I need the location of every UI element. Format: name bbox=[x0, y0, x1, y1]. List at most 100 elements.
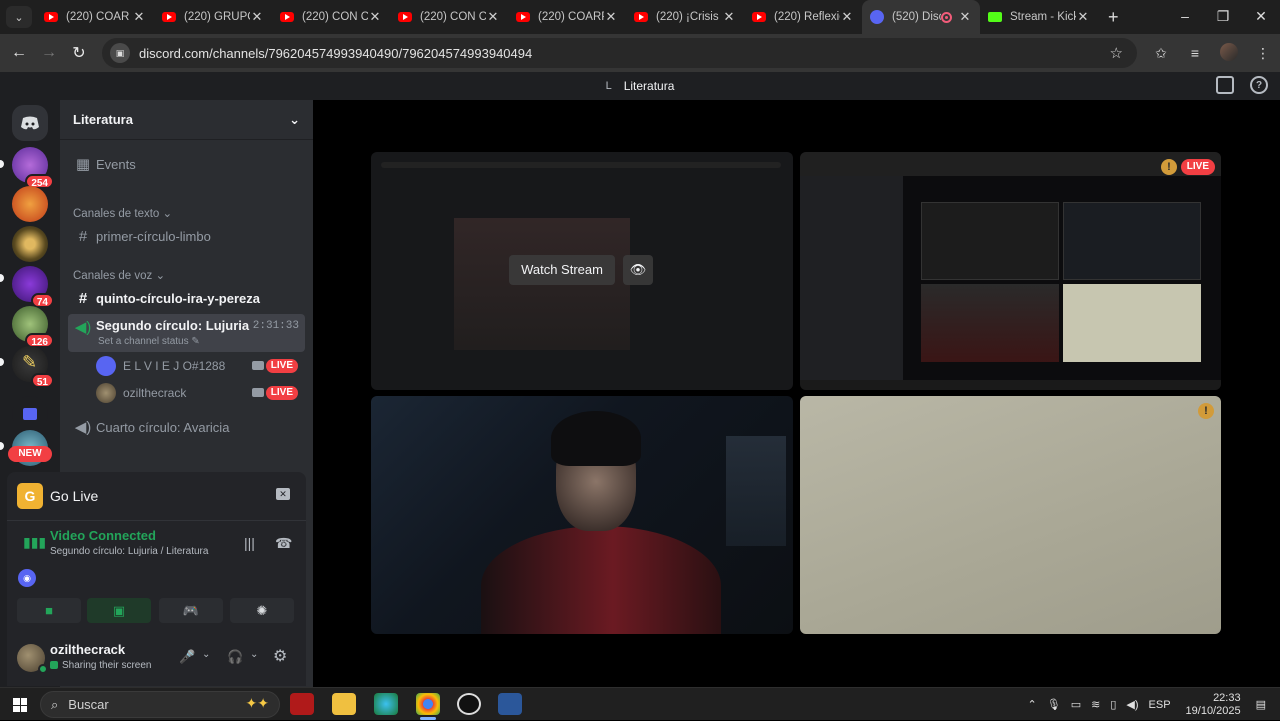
signal-icon[interactable]: ▮▮▮ bbox=[23, 534, 46, 551]
tab-search-button[interactable]: ⌄ bbox=[6, 6, 32, 28]
category-voice[interactable]: Canales de voz ⌄ bbox=[73, 268, 165, 282]
voice-channel-active[interactable]: ◀) Segundo círculo: Lujuria 2:31:33 Set … bbox=[68, 314, 305, 352]
close-tab-icon[interactable]: ✕ bbox=[958, 9, 972, 25]
close-tab-icon[interactable]: ✕ bbox=[486, 9, 500, 25]
close-tab-icon[interactable]: ✕ bbox=[1076, 9, 1090, 25]
browser-tab[interactable]: (220) ¡Crisis e ✕ bbox=[626, 0, 744, 34]
close-tab-icon[interactable]: ✕ bbox=[132, 9, 146, 25]
microphone-icon[interactable]: 🎤 bbox=[179, 649, 195, 665]
microphone-icon[interactable]: 🎙 bbox=[1047, 698, 1061, 711]
share-screen-button[interactable]: ▣ bbox=[87, 598, 151, 623]
browser-tab[interactable]: (220) Reflexió ✕ bbox=[744, 0, 862, 34]
browser-tab[interactable]: (220) CON CI ✕ bbox=[272, 0, 390, 34]
new-tab-button[interactable]: + bbox=[1108, 7, 1119, 28]
activities-button[interactable]: 🎮 bbox=[159, 598, 223, 623]
warning-icon[interactable]: ! bbox=[1161, 159, 1177, 175]
bookmark-star-icon[interactable]: ☆ bbox=[1110, 44, 1123, 62]
channel-item[interactable]: # primer-círculo-limbo bbox=[68, 223, 305, 249]
camera-button[interactable]: ■ bbox=[17, 598, 81, 623]
menu-icon[interactable]: ⋮ bbox=[1246, 45, 1280, 62]
server-icon[interactable] bbox=[12, 226, 48, 262]
server-icon[interactable]: 254 bbox=[12, 147, 54, 189]
user-name[interactable]: ozilthecrack bbox=[50, 642, 125, 657]
bookmarks-icon[interactable]: ✩ bbox=[1144, 45, 1178, 62]
reload-icon[interactable]: ↻ bbox=[64, 43, 94, 63]
browser-tab[interactable]: (220) CON CI ✕ bbox=[390, 0, 508, 34]
screen-share-tile[interactable]: ! LIVE bbox=[800, 152, 1221, 390]
category-text[interactable]: Canales de texto ⌄ bbox=[73, 206, 172, 220]
connection-state[interactable]: Video Connected bbox=[50, 528, 156, 543]
browser-tab-bar: ⌄ (220) COAR P ✕ (220) GRUPO ✕ (220) CON… bbox=[0, 0, 1280, 34]
chrome-icon[interactable] bbox=[416, 693, 440, 715]
battery-icon[interactable]: ▯ bbox=[1110, 698, 1116, 711]
browser-tab[interactable]: (220) GRUPO ✕ bbox=[154, 0, 272, 34]
browser-tab[interactable]: Stream - Kick ✕ bbox=[980, 0, 1098, 34]
gear-icon[interactable]: ⚙ bbox=[273, 646, 287, 666]
preview-stream-icon[interactable]: 👁 bbox=[623, 255, 653, 285]
copilot-icon[interactable]: ✦✦ bbox=[246, 695, 269, 712]
disconnect-icon[interactable]: ☎ bbox=[275, 535, 292, 552]
site-info-icon[interactable]: ▣ bbox=[110, 43, 130, 63]
back-icon[interactable]: ← bbox=[4, 44, 34, 62]
minimize-icon[interactable]: – bbox=[1166, 0, 1204, 34]
voice-channel-item[interactable]: ◀) Cuarto círculo: Avaricia bbox=[68, 414, 305, 440]
chevron-down-icon[interactable]: ⌄ bbox=[250, 649, 258, 660]
channel-status[interactable]: Set a channel status ✎ bbox=[98, 336, 200, 347]
stream-tile[interactable]: Watch Stream 👁 bbox=[371, 152, 793, 390]
voice-user[interactable]: ozilthecrack LIVE bbox=[96, 382, 306, 404]
taskbar-search[interactable]: ⌕ Buscar ✦✦ bbox=[40, 691, 280, 718]
browser-tab[interactable]: (220) COAR P ✕ bbox=[36, 0, 154, 34]
chevron-down-icon[interactable]: ⌄ bbox=[202, 649, 210, 660]
clock[interactable]: 22:33 19/10/2025 bbox=[1181, 692, 1246, 718]
close-window-icon[interactable]: ✕ bbox=[1242, 0, 1280, 34]
notifications-icon[interactable]: ▤ bbox=[1256, 698, 1266, 711]
chevron-up-icon[interactable]: ⌃ bbox=[1028, 698, 1037, 711]
file-explorer-icon[interactable] bbox=[332, 693, 356, 715]
connection-location[interactable]: Segundo círculo: Lujuria / Literatura bbox=[50, 546, 208, 557]
events-item[interactable]: ▦ Events bbox=[68, 151, 305, 177]
voice-user[interactable]: E L V I E J O#1288 LIVE bbox=[96, 355, 306, 377]
camera-tile[interactable]: ! bbox=[800, 396, 1221, 634]
media-control-icon[interactable]: ≡ bbox=[1178, 45, 1212, 61]
volume-icon[interactable]: ◀) bbox=[1126, 698, 1138, 711]
forward-icon[interactable]: → bbox=[34, 44, 64, 62]
server-header[interactable]: Literatura ⌄ bbox=[60, 100, 313, 140]
browser-tab-active[interactable]: (520) Disc ✕ bbox=[862, 0, 980, 34]
language-indicator[interactable]: ESP bbox=[1149, 699, 1171, 711]
warning-icon[interactable]: ! bbox=[1198, 403, 1214, 419]
close-tab-icon[interactable]: ✕ bbox=[250, 9, 264, 25]
discord-home-icon[interactable] bbox=[12, 105, 48, 141]
close-tab-icon[interactable]: ✕ bbox=[840, 9, 854, 25]
close-tab-icon[interactable]: ✕ bbox=[368, 9, 382, 25]
wifi-icon[interactable]: ≋ bbox=[1091, 698, 1100, 711]
taskbar-app-icon[interactable] bbox=[290, 693, 314, 715]
word-icon[interactable] bbox=[498, 693, 522, 715]
address-bar[interactable]: ▣ discord.com/channels/79620457499394049… bbox=[102, 38, 1137, 68]
url-text[interactable]: discord.com/channels/796204574993940490/… bbox=[139, 46, 532, 61]
noise-suppression-icon[interactable]: ||| bbox=[244, 535, 255, 551]
watch-stream-button[interactable]: Watch Stream bbox=[509, 255, 615, 285]
folder-icon[interactable] bbox=[12, 396, 48, 432]
server-icon[interactable]: 74 bbox=[12, 266, 54, 308]
stop-stream-icon[interactable]: ✕ bbox=[276, 488, 290, 500]
soundboard-button[interactable]: ✺ bbox=[230, 598, 294, 623]
maximize-icon[interactable]: ❐ bbox=[1204, 0, 1242, 34]
inbox-icon[interactable] bbox=[1216, 76, 1234, 94]
obs-icon[interactable] bbox=[457, 693, 481, 715]
kick-icon bbox=[988, 12, 1002, 22]
activity-icon[interactable]: ◉ bbox=[18, 569, 36, 587]
windows-start-icon[interactable] bbox=[13, 698, 27, 712]
help-icon[interactable]: ? bbox=[1250, 76, 1268, 94]
edge-icon[interactable] bbox=[374, 693, 398, 715]
server-icon[interactable] bbox=[12, 186, 48, 222]
close-tab-icon[interactable]: ✕ bbox=[722, 9, 736, 25]
headphones-icon[interactable]: 🎧 bbox=[227, 649, 243, 665]
browser-tab[interactable]: (220) COARP ✕ bbox=[508, 0, 626, 34]
channel-item-unread[interactable]: # quinto-círculo-ira-y-pereza bbox=[68, 285, 305, 311]
close-tab-icon[interactable]: ✕ bbox=[604, 9, 618, 25]
profile-avatar[interactable] bbox=[1212, 42, 1246, 64]
camera-tile[interactable] bbox=[371, 396, 793, 634]
server-icon[interactable]: 126 bbox=[12, 306, 54, 348]
display-icon[interactable]: ▭ bbox=[1071, 698, 1081, 711]
server-icon[interactable]: ✎ 51 bbox=[12, 346, 54, 388]
